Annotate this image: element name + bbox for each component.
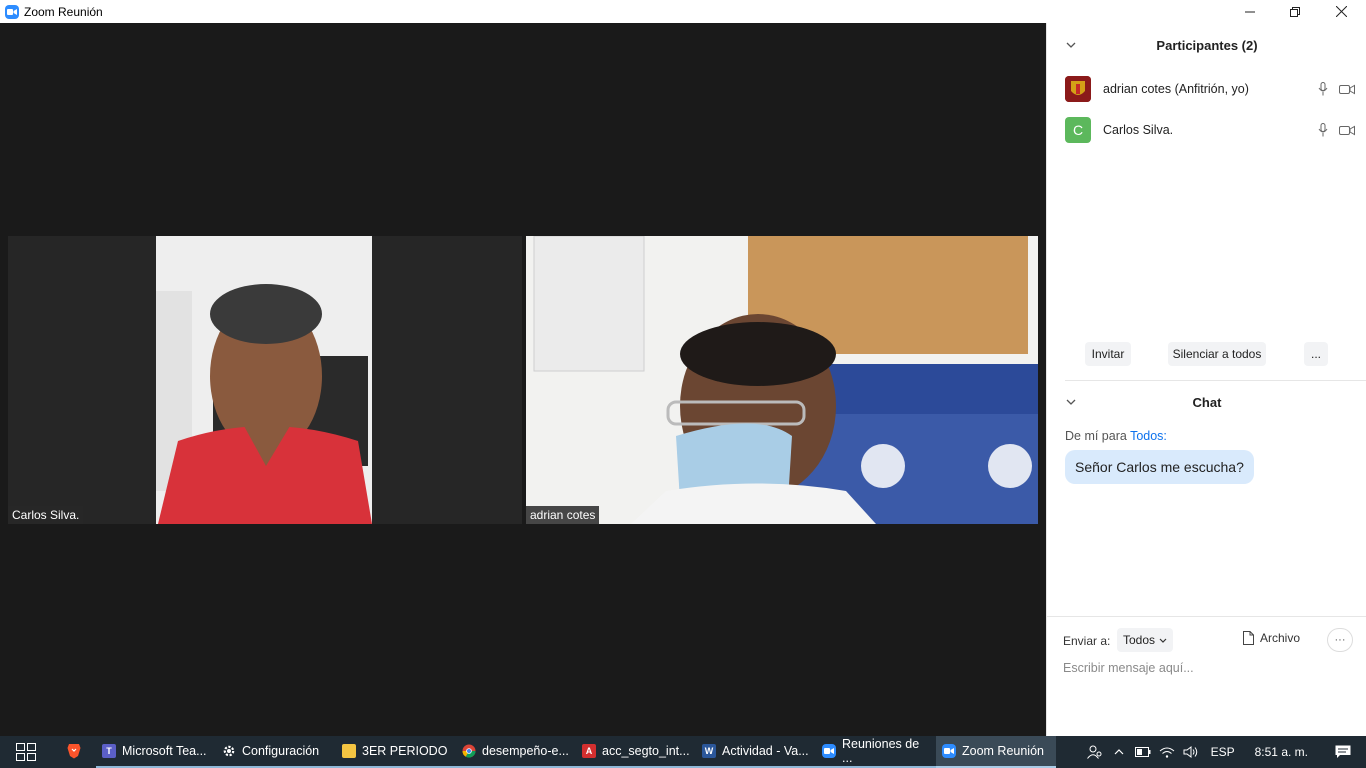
video-tile-carlos[interactable]: Carlos Silva. [8, 236, 522, 524]
send-to-dropdown[interactable]: Todos [1117, 628, 1173, 652]
file-icon [1243, 631, 1254, 645]
crest-icon [1065, 76, 1091, 102]
participant-row[interactable]: C Carlos Silva. [1065, 116, 1355, 144]
chat-recipient[interactable]: Todos: [1130, 429, 1167, 443]
avatar [1065, 76, 1091, 102]
collapse-participants-button[interactable] [1063, 37, 1079, 53]
clock[interactable]: 8:51 a. m. [1243, 745, 1320, 759]
taskbar-item-pdf[interactable]: A acc_segto_int... [576, 736, 696, 768]
zoom-icon [942, 744, 956, 758]
video-camera-icon[interactable] [1339, 122, 1355, 138]
taskbar-item-chrome[interactable]: desempeño-e... [456, 736, 576, 768]
pdf-icon: A [582, 744, 596, 758]
participant-name: adrian cotes (Anfitrión, yo) [1103, 82, 1249, 96]
participant-name-badge: Carlos Silva. [8, 506, 84, 524]
brave-icon [67, 744, 81, 759]
gear-icon [222, 744, 236, 758]
taskbar-item-zoom-meetings[interactable]: Reuniones de ... [816, 736, 936, 768]
send-to-value: Todos [1122, 633, 1156, 647]
wifi-icon[interactable] [1155, 736, 1179, 768]
participant-name-badge: adrian cotes [526, 506, 600, 524]
windows-taskbar: T Microsoft Tea... Configuración 3ER PER… [0, 736, 1366, 768]
participant-row[interactable]: adrian cotes (Anfitrión, yo) [1065, 75, 1355, 103]
restore-button[interactable] [1272, 0, 1318, 23]
chevron-down-icon [1066, 399, 1076, 405]
taskbar-label: Reuniones de ... [842, 737, 920, 765]
taskbar-label: Microsoft Tea... [122, 744, 207, 758]
brave-browser-button[interactable] [52, 736, 96, 768]
chat-title: Chat [1192, 394, 1222, 410]
participants-more-button[interactable]: ... [1304, 342, 1328, 366]
taskbar-item-word[interactable]: W Actividad - Va... [696, 736, 816, 768]
taskbar-item-teams[interactable]: T Microsoft Tea... [96, 736, 216, 768]
chat-message-sender: De mí para Todos: [1065, 429, 1167, 443]
window-titlebar: Zoom Reunión [0, 0, 1366, 23]
carlos-video-frame [8, 236, 522, 524]
teams-icon: T [102, 744, 116, 758]
video-tile-adrian[interactable]: adrian cotes [526, 236, 1038, 524]
chat-message-bubble: Señor Carlos me escucha? [1065, 450, 1254, 484]
system-tray: ESP 8:51 a. m. [1083, 736, 1366, 768]
task-view-button[interactable] [0, 736, 52, 768]
adrian-video-frame [526, 236, 1038, 524]
microphone-icon[interactable] [1315, 81, 1331, 97]
chat-message-input[interactable] [1063, 657, 1353, 679]
participant-name: Carlos Silva. [1103, 123, 1174, 137]
file-button[interactable]: Archivo [1243, 631, 1300, 645]
chat-more-button[interactable]: ··· [1327, 628, 1353, 652]
send-to-label: Enviar a: [1063, 634, 1111, 648]
restore-icon [1290, 6, 1300, 17]
taskbar-label: desempeño-e... [482, 744, 569, 758]
video-stage: Carlos Silva. adrian cotes [0, 23, 1046, 736]
window-title: Zoom Reunión [24, 4, 103, 19]
zoom-icon [822, 744, 836, 758]
notifications-button[interactable] [1320, 736, 1366, 768]
taskbar-item-zoom-reunion[interactable]: Zoom Reunión [936, 736, 1056, 768]
chevron-up-icon[interactable] [1107, 736, 1131, 768]
taskbar-label: Configuración [242, 744, 320, 758]
minimize-icon [1245, 11, 1255, 12]
microphone-icon[interactable] [1315, 122, 1331, 138]
battery-icon[interactable] [1131, 736, 1155, 768]
invite-button[interactable]: Invitar [1085, 342, 1131, 366]
taskbar-item-settings[interactable]: Configuración [216, 736, 336, 768]
taskbar-label: acc_segto_int... [602, 744, 690, 758]
language-indicator[interactable]: ESP [1203, 745, 1243, 759]
taskbar-label: Actividad - Va... [722, 744, 809, 758]
zoom-app-icon [5, 4, 19, 19]
right-sidebar: Participantes (2) adrian cotes (Anfitrió… [1046, 23, 1366, 736]
people-icon[interactable] [1083, 736, 1107, 768]
taskbar-item-folder[interactable]: 3ER PERIODO [336, 736, 456, 768]
notifications-icon [1335, 745, 1351, 758]
chrome-icon [462, 744, 476, 758]
file-label: Archivo [1260, 631, 1301, 645]
participants-title: Participantes (2) [1156, 37, 1258, 53]
chat-from-prefix: De mí para [1065, 429, 1131, 443]
chevron-down-icon [1066, 42, 1076, 48]
minimize-button[interactable] [1227, 0, 1273, 23]
volume-icon[interactable] [1179, 736, 1203, 768]
collapse-chat-button[interactable] [1063, 394, 1079, 410]
video-camera-icon[interactable] [1339, 81, 1355, 97]
avatar: C [1065, 117, 1091, 143]
composer-divider [1047, 616, 1366, 617]
participants-header: Participantes (2) [1047, 23, 1366, 67]
chevron-down-icon [1159, 638, 1167, 643]
mute-all-button[interactable]: Silenciar a todos [1168, 342, 1266, 366]
word-icon: W [702, 744, 716, 758]
taskbar-label: Zoom Reunión [962, 744, 1044, 758]
close-button[interactable] [1318, 0, 1364, 23]
chat-header: Chat [1047, 380, 1366, 424]
taskbar-label: 3ER PERIODO [362, 744, 448, 758]
folder-icon [342, 744, 356, 758]
task-view-icon [16, 743, 36, 761]
close-icon [1335, 6, 1347, 17]
